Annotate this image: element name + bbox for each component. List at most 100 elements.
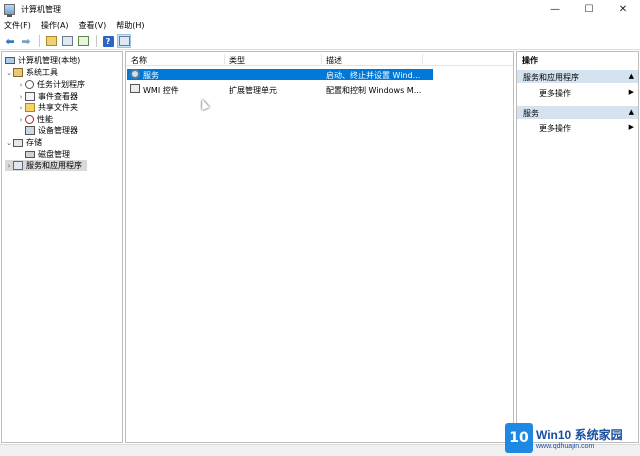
row-type: 扩展管理单元 <box>229 86 277 95</box>
tree-item-label: 计算机管理(本地) <box>18 56 81 65</box>
action-label: 更多操作 <box>539 124 571 133</box>
collapse-icon[interactable]: ▲ <box>629 72 634 80</box>
toolbar-separator <box>39 35 40 47</box>
maximize-button[interactable]: ☐ <box>572 0 606 18</box>
action-group-label: 服务 <box>523 109 539 118</box>
properties-button[interactable] <box>117 34 131 48</box>
submenu-arrow-icon: ▶ <box>628 123 634 131</box>
action-label: 更多操作 <box>539 89 571 98</box>
tree-item-label: 性能 <box>37 115 53 124</box>
help-icon: ? <box>102 35 114 47</box>
tree-item-label: 任务计划程序 <box>37 80 85 89</box>
menu-bar: 文件(F) 操作(A) 查看(V) 帮助(H) <box>0 19 640 32</box>
tree-item-device-manager[interactable]: 设备管理器 <box>25 125 78 136</box>
expand-toggle[interactable]: › <box>17 81 25 89</box>
tree-item-services-apps[interactable]: › 服务和应用程序 <box>5 160 87 171</box>
menu-help[interactable]: 帮助(H) <box>116 20 144 31</box>
watermark-url: www.qdhuajin.com <box>536 443 595 450</box>
services-gear-icon <box>130 69 140 79</box>
tree-item-label: 服务和应用程序 <box>26 161 82 170</box>
actions-pane: 操作 服务和应用程序 ▲ 更多操作 ▶ 服务 ▲ 更多操作 ▶ <box>516 51 639 443</box>
help-button[interactable]: ? <box>101 34 115 48</box>
shared-folder-icon <box>25 103 35 112</box>
clock-icon <box>25 80 34 89</box>
watermark-title: Win10 系统家园 <box>536 428 623 442</box>
forward-button[interactable]: ➡ <box>19 34 33 48</box>
list-item-wmi[interactable]: WMI 控件 扩展管理单元 配置和控制 Windows M... <box>127 84 433 95</box>
list-header: 名称 类型 描述 <box>126 52 513 66</box>
tree-item-label: 共享文件夹 <box>38 103 78 112</box>
disk-icon <box>25 151 35 158</box>
column-divider[interactable] <box>422 54 423 64</box>
expand-toggle[interactable]: ⌄ <box>5 139 13 147</box>
console-tree-icon <box>61 36 73 46</box>
tree-item-disk-management[interactable]: 磁盘管理 <box>25 149 70 160</box>
event-viewer-icon <box>25 92 35 101</box>
menu-action[interactable]: 操作(A) <box>41 20 69 31</box>
right-arrow-icon: ➡ <box>21 34 31 48</box>
performance-icon <box>25 115 34 124</box>
device-manager-icon <box>25 126 35 135</box>
toolbar-separator <box>96 35 97 47</box>
win10-logo-icon: 10 <box>505 423 533 453</box>
close-button[interactable]: ✕ <box>606 0 640 18</box>
tree-item-storage[interactable]: ⌄ 存储 <box>5 137 42 148</box>
up-folder-icon <box>45 36 57 46</box>
tree-item-root[interactable]: 计算机管理(本地) <box>5 55 80 66</box>
column-description[interactable]: 描述 <box>326 55 342 66</box>
list-item-services[interactable]: 服务 启动、终止并设置 Wind... <box>127 69 433 80</box>
window-title: 计算机管理 <box>21 4 61 14</box>
properties-icon <box>118 36 130 46</box>
computer-icon <box>5 57 15 64</box>
left-arrow-icon: ⬅ <box>5 34 15 48</box>
row-name: 服务 <box>143 71 159 80</box>
window-controls: — ☐ ✕ <box>538 0 640 18</box>
tree-item-label: 系统工具 <box>26 68 58 77</box>
storage-icon <box>13 138 23 147</box>
submenu-arrow-icon: ▶ <box>628 88 634 96</box>
site-watermark: 10 Win10 系统家园 www.qdhuajin.com <box>505 421 638 455</box>
action-group-services-apps[interactable]: 服务和应用程序 ▲ <box>517 70 638 83</box>
menu-file[interactable]: 文件(F) <box>4 20 31 31</box>
computer-management-icon <box>4 3 15 17</box>
tree-item-shared-folders[interactable]: › 共享文件夹 <box>17 102 78 113</box>
tree-item-event-viewer[interactable]: › 事件查看器 <box>17 91 78 102</box>
column-name[interactable]: 名称 <box>131 55 147 66</box>
menu-view[interactable]: 查看(V) <box>79 20 107 31</box>
tools-icon <box>13 68 23 77</box>
expand-toggle[interactable]: ⌄ <box>5 69 13 77</box>
action-more-actions[interactable]: 更多操作 ▶ <box>517 121 638 134</box>
action-group-services[interactable]: 服务 ▲ <box>517 106 638 119</box>
console-tree: 计算机管理(本地) ⌄ 系统工具 › 任务计划程序 › 事件查看器 › 共享文件… <box>1 51 123 443</box>
up-button[interactable] <box>44 34 58 48</box>
tree-item-task-scheduler[interactable]: › 任务计划程序 <box>17 79 85 90</box>
row-description: 启动、终止并设置 Wind... <box>326 71 421 80</box>
expand-toggle[interactable]: › <box>17 93 25 101</box>
minimize-button[interactable]: — <box>538 0 572 18</box>
tree-item-system-tools[interactable]: ⌄ 系统工具 <box>5 67 58 78</box>
export-list-button[interactable] <box>76 34 90 48</box>
tree-item-label: 设备管理器 <box>38 126 78 135</box>
title-bar: 计算机管理 — ☐ ✕ <box>0 0 640 18</box>
actions-title: 操作 <box>522 56 538 65</box>
show-hide-console-tree-button[interactable] <box>60 34 74 48</box>
column-type[interactable]: 类型 <box>229 55 245 66</box>
tree-item-label: 磁盘管理 <box>38 150 70 159</box>
column-divider[interactable] <box>321 54 322 64</box>
expand-toggle[interactable]: › <box>5 162 13 170</box>
collapse-icon[interactable]: ▲ <box>629 108 634 116</box>
row-name: WMI 控件 <box>143 86 179 95</box>
action-more-actions[interactable]: 更多操作 ▶ <box>517 86 638 99</box>
tree-item-label: 事件查看器 <box>38 92 78 101</box>
export-list-icon <box>77 36 89 46</box>
column-divider[interactable] <box>224 54 225 64</box>
back-button[interactable]: ⬅ <box>3 34 17 48</box>
expand-toggle[interactable]: › <box>17 116 25 124</box>
tree-item-label: 存储 <box>26 138 42 147</box>
action-group-label: 服务和应用程序 <box>523 73 579 82</box>
row-description: 配置和控制 Windows M... <box>326 86 422 95</box>
services-apps-icon <box>13 161 23 170</box>
details-pane: 名称 类型 描述 服务 启动、终止并设置 Wind... WMI 控件 扩展管理… <box>125 51 514 443</box>
tree-item-performance[interactable]: › 性能 <box>17 114 53 125</box>
expand-toggle[interactable]: › <box>17 104 25 112</box>
